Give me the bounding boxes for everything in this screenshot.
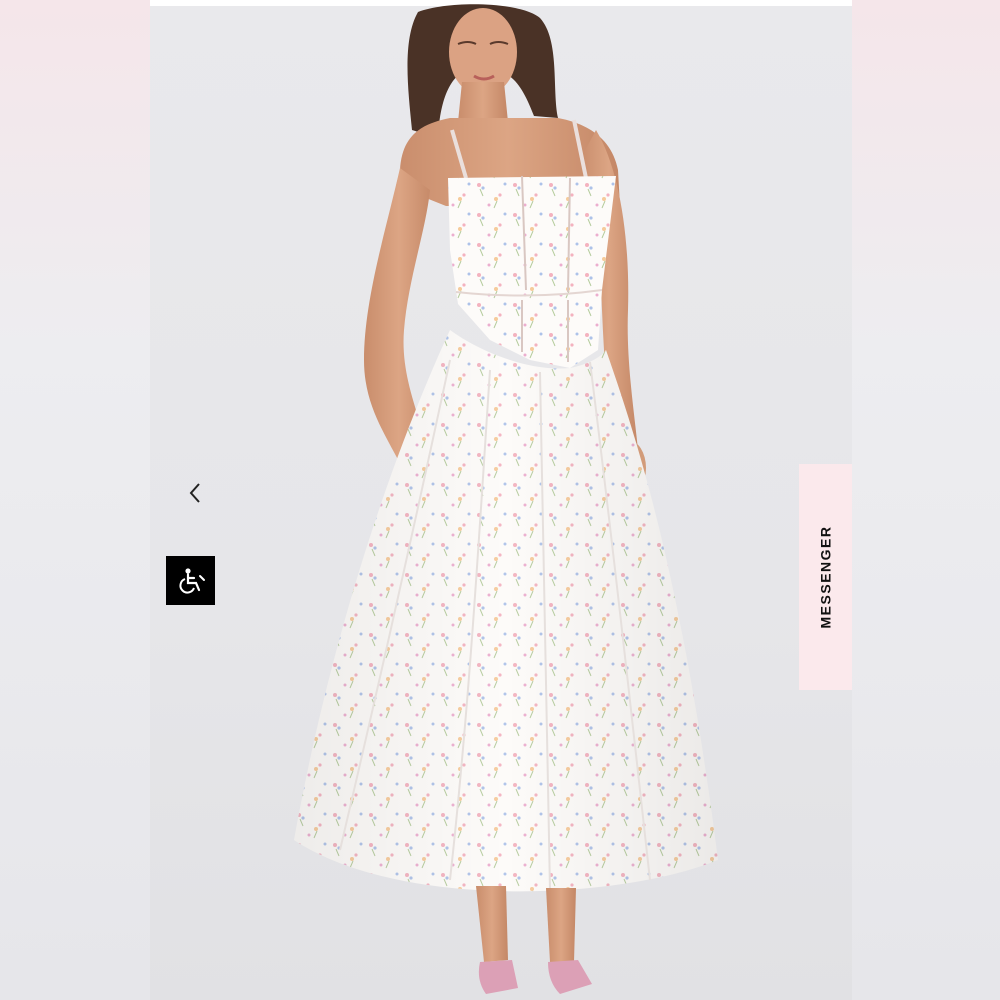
right-shoe [548,960,592,994]
accessibility-button[interactable] [166,556,215,605]
product-image-viewer [150,0,852,1000]
product-photo [294,4,718,994]
wheelchair-icon [178,567,205,594]
chevron-left-icon [189,483,200,503]
right-leg [546,888,576,962]
left-shoe [478,960,518,994]
messenger-label: MESSENGER [817,525,834,629]
messenger-tab[interactable]: MESSENGER [799,464,852,690]
previous-image-button[interactable] [182,476,208,510]
right-background-panel [852,0,1000,1000]
left-leg [476,886,508,962]
left-background-panel [0,0,150,1000]
